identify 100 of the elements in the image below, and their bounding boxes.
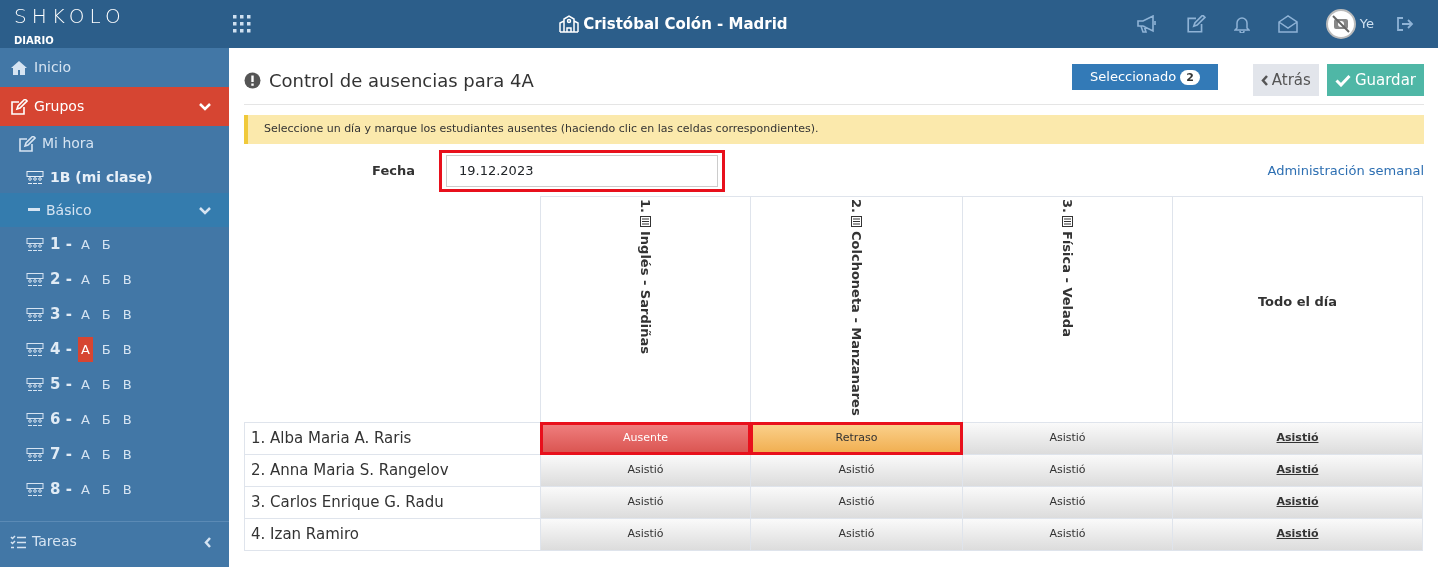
chevron-left-icon	[204, 536, 211, 548]
back-button[interactable]: Atrás	[1252, 64, 1319, 96]
classroom-icon	[26, 483, 44, 496]
exclamation-icon	[244, 71, 261, 89]
page-title: Control de ausencias para 4A	[269, 68, 534, 93]
logo[interactable]: SHKOLO	[14, 6, 126, 26]
attendance-cell[interactable]: Asistió	[541, 487, 750, 519]
attendance-cell[interactable]: Retraso	[751, 423, 962, 455]
avatar[interactable]	[1325, 9, 1356, 39]
grade-number: 6 -	[50, 409, 72, 431]
grade-number: 7 -	[50, 444, 72, 466]
notice-message: Seleccione un día y marque los estudiantes ausentes (haciendo clic en las celdas correspondientes).	[244, 115, 1424, 144]
chevron-down-icon	[199, 206, 211, 215]
class-letter-link[interactable]: В	[119, 441, 135, 468]
classroom-icon	[26, 308, 44, 321]
edit-icon	[10, 98, 28, 115]
attendance-cell[interactable]: Ausente	[541, 423, 750, 455]
lesson-header: 1. Inglés - Sardiñas	[637, 197, 655, 355]
selected-count-button[interactable]: Seleccionado 2	[1072, 64, 1218, 90]
grade-number: 4 -	[50, 339, 72, 361]
attendance-cell[interactable]: Asistió	[751, 519, 962, 551]
save-button[interactable]: Guardar	[1326, 64, 1424, 96]
attendance-cell[interactable]: Asistió	[963, 487, 1172, 519]
sidebar-item[interactable]: Inicio	[0, 48, 229, 87]
class-letter-link[interactable]: Б	[98, 441, 114, 468]
check-icon	[1334, 73, 1351, 87]
attendance-cell[interactable]: Asistió	[963, 455, 1172, 487]
class-letter-link[interactable]: В	[119, 336, 135, 363]
school-building-icon	[559, 15, 580, 33]
lesson-header: 3. Física - Velada	[1059, 197, 1077, 338]
class-letter-link[interactable]: А	[77, 406, 93, 433]
apps-grid-icon[interactable]	[233, 15, 251, 33]
book-icon	[1061, 215, 1074, 229]
class-letter-link[interactable]: Б	[98, 336, 114, 363]
grade-number: 3 -	[50, 304, 72, 326]
classroom-icon	[26, 378, 44, 391]
class-letter-link[interactable]: А	[77, 231, 93, 258]
date-field[interactable]: 19.12.2023	[446, 154, 718, 187]
class-letter-link[interactable]: В	[119, 476, 135, 503]
class-letter-link[interactable]: А	[77, 301, 93, 328]
grade-number: 8 -	[50, 479, 72, 501]
column-header: Todo el día	[1257, 292, 1338, 311]
student-name: 2. Anna Maria S. Rangelov	[244, 454, 541, 487]
chevron-left-icon	[1260, 74, 1268, 86]
attendance-cell[interactable]: Asistió	[963, 423, 1172, 455]
classroom-icon	[26, 238, 44, 251]
envelope-open-icon[interactable]	[1277, 15, 1298, 33]
minus-icon	[28, 208, 40, 212]
weekly-admin-link[interactable]: Administración semanal	[1267, 160, 1424, 181]
edit-icon	[18, 135, 36, 152]
grade-number: 1 -	[50, 234, 72, 256]
attendance-cell[interactable]: Asistió	[751, 487, 962, 519]
attendance-cell[interactable]: Asistió	[541, 519, 750, 551]
chevron-down-icon	[199, 103, 211, 111]
student-name: 4. Izan Ramiro	[244, 518, 541, 551]
class-letter-link[interactable]: А	[77, 476, 93, 503]
attendance-cell[interactable]: Asistió	[1173, 487, 1422, 519]
class-letter-link[interactable]: Б	[98, 301, 114, 328]
edit-icon[interactable]	[1185, 15, 1206, 33]
attendance-cell[interactable]: Asistió	[1173, 423, 1422, 455]
class-letter-link[interactable]: А	[77, 336, 93, 363]
school-name: Cristóbal Colón - Madrid	[583, 13, 788, 35]
class-letter-link[interactable]: Б	[98, 406, 114, 433]
sidebar-item[interactable]: Mi hora	[0, 126, 229, 161]
grade-number: 5 -	[50, 374, 72, 396]
class-letter-link[interactable]: В	[119, 371, 135, 398]
task-list-icon	[10, 534, 26, 549]
classroom-icon	[26, 273, 44, 286]
class-letter-link[interactable]: А	[77, 441, 93, 468]
classroom-icon	[26, 413, 44, 426]
sidebar-item[interactable]: 1B (mi clase)	[0, 161, 229, 193]
class-letter-link[interactable]: А	[77, 371, 93, 398]
bell-icon[interactable]	[1233, 15, 1250, 33]
book-icon	[639, 215, 652, 229]
class-letter-link[interactable]: В	[119, 301, 135, 328]
sidebar-item[interactable]: Tareas	[0, 522, 229, 561]
logo-subtitle: DIARIO	[14, 34, 54, 48]
class-letter-link[interactable]: Б	[98, 476, 114, 503]
class-letter-link[interactable]: Б	[98, 266, 114, 293]
class-letter-link[interactable]: А	[77, 266, 93, 293]
logout-icon[interactable]	[1396, 16, 1414, 32]
attendance-cell[interactable]: Asistió	[963, 519, 1172, 551]
sidebar-item[interactable]: Básico	[0, 193, 229, 227]
attendance-cell[interactable]: Asistió	[541, 455, 750, 487]
class-letter-link[interactable]: Б	[98, 371, 114, 398]
lesson-header: 2. Colchoneta - Manzanares	[848, 197, 866, 417]
student-name: 1. Alba Maria A. Raris	[244, 422, 541, 455]
megaphone-icon[interactable]	[1135, 15, 1158, 33]
home-icon	[10, 59, 28, 76]
class-letter-link[interactable]: Б	[98, 231, 114, 258]
class-letter-link[interactable]: В	[119, 266, 135, 293]
attendance-cell[interactable]: Asistió	[1173, 519, 1422, 551]
class-letter-link[interactable]: В	[119, 406, 135, 433]
book-icon	[850, 215, 863, 229]
grade-number: 2 -	[50, 269, 72, 291]
classroom-icon	[26, 343, 44, 356]
attendance-cell[interactable]: Asistió	[751, 455, 962, 487]
sidebar-item[interactable]: Grupos	[0, 87, 229, 126]
user-name[interactable]: Ye	[1359, 14, 1374, 34]
attendance-cell[interactable]: Asistió	[1173, 455, 1422, 487]
